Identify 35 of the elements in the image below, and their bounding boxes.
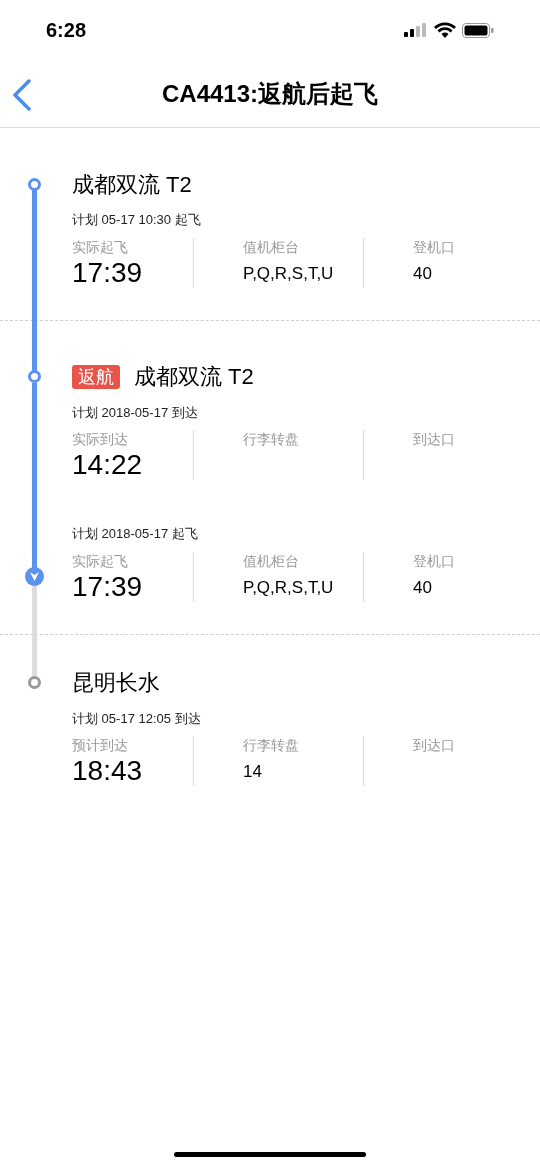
field-label: 实际起飞: [72, 237, 129, 256]
field-value: 14: [243, 761, 263, 783]
field-label: 登机口: [413, 237, 456, 256]
airport-name: 成都双流 T2: [134, 363, 254, 391]
planned-time: 计划 2018-05-17 起飞: [72, 525, 199, 543]
field-value: 40: [413, 262, 433, 285]
field-label: 登机口: [413, 551, 456, 570]
field-value: P,Q,R,S,T,U: [243, 262, 335, 285]
back-icon[interactable]: [12, 79, 32, 111]
field-label: 到达口: [413, 736, 456, 754]
planned-time: 计划 2018-05-17 到达: [72, 403, 199, 422]
field-label: 预计到达: [72, 736, 129, 754]
battery-icon: [462, 22, 494, 38]
field-value: 40: [413, 576, 433, 599]
planned-time: 计划 05-17 10:30 起飞: [72, 211, 202, 229]
field-label: 实际起飞: [72, 551, 129, 570]
field-label: 值机柜台: [243, 551, 300, 570]
planned-time: 计划 05-17 12:05 到达: [72, 709, 202, 728]
field-label: 行李转盘: [243, 430, 300, 448]
time-value: 17:39: [72, 255, 144, 290]
field-label: 行李转盘: [243, 736, 300, 754]
time-value: 14:22: [72, 448, 144, 482]
field-label: 值机柜台: [243, 237, 300, 256]
airport-name: 成都双流 T2: [72, 170, 192, 199]
field-label: 实际到达: [72, 430, 129, 448]
field-label: 到达口: [413, 430, 456, 448]
status-time: 6:28: [46, 18, 87, 43]
wifi-icon: [434, 22, 456, 38]
time-value: 18:43: [72, 754, 144, 788]
time-value: 17:39: [72, 569, 144, 604]
signal-icon: [404, 23, 428, 37]
airport-name: 昆明长水: [72, 669, 160, 697]
field-value: P,Q,R,S,T,U: [243, 576, 335, 599]
page-title: CA4413:返航后起飞: [161, 78, 378, 109]
return-tag: 返航: [72, 364, 120, 389]
